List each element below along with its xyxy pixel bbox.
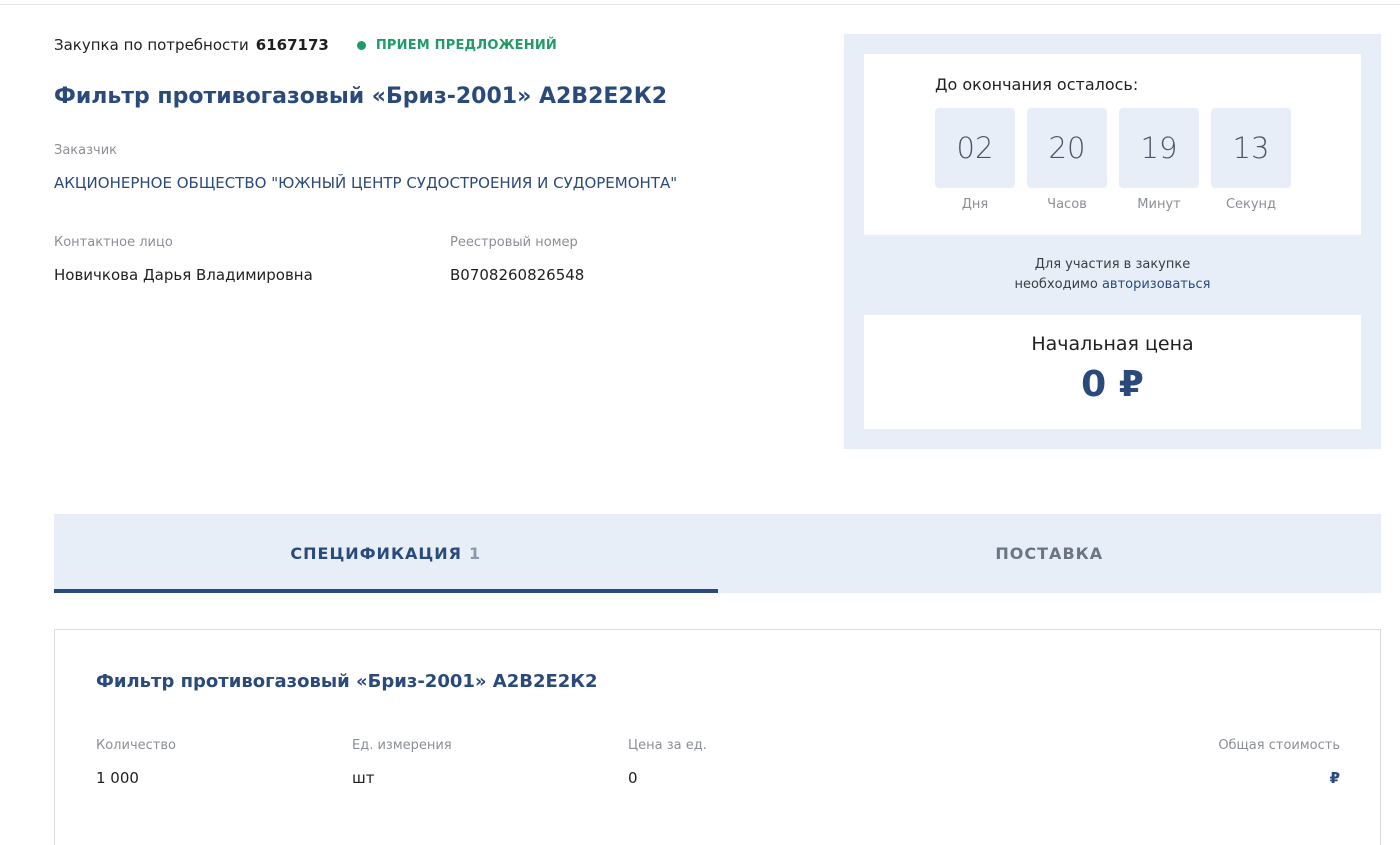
countdown-minutes-label: Минут bbox=[1137, 197, 1181, 212]
auth-note: Для участия в закупке необходимо авториз… bbox=[844, 255, 1381, 295]
countdown-days: 02 bbox=[935, 108, 1015, 188]
price-label: Начальная цена bbox=[1031, 333, 1194, 355]
purchase-number: 6167173 bbox=[255, 36, 329, 54]
unit-price-value: 0 bbox=[628, 769, 638, 787]
quantity-label: Количество bbox=[96, 738, 176, 753]
tab-specification[interactable]: СПЕЦИФИКАЦИЯ 1 bbox=[54, 514, 718, 593]
page-title: Фильтр противогазовый «Бриз-2001» А2В2Е2… bbox=[54, 84, 668, 109]
status-dot-icon bbox=[356, 40, 366, 50]
unit-price-label: Цена за ед. bbox=[628, 738, 707, 753]
specification-card: Фильтр противогазовый «Бриз-2001» А2В2Е2… bbox=[54, 629, 1381, 845]
auth-note-line1: Для участия в закупке bbox=[1034, 257, 1191, 272]
total-label: Общая стоимость bbox=[1218, 738, 1340, 753]
countdown-card: До окончания осталось: 02 Дня 20 Часов 1… bbox=[864, 54, 1361, 235]
purchase-header: Закупка по потребности 6167173 ПРИЕМ ПРЕ… bbox=[54, 36, 557, 54]
purchase-label: Закупка по потребности bbox=[54, 36, 249, 54]
total-value: ₽ bbox=[1329, 769, 1340, 787]
countdown-days-label: Дня bbox=[961, 197, 989, 212]
price-value: 0 ₽ bbox=[1081, 364, 1144, 405]
unit-label: Ед. измерения bbox=[352, 738, 452, 753]
registry-value: В0708260826548 bbox=[450, 266, 585, 284]
auth-note-line2: необходимо авторизоваться bbox=[844, 275, 1381, 295]
countdown-seconds: 13 bbox=[1211, 108, 1291, 188]
tab-specification-count: 1 bbox=[468, 544, 482, 563]
contact-value: Новичкова Дарья Владимировна bbox=[54, 266, 313, 284]
countdown-hours: 20 bbox=[1027, 108, 1107, 188]
countdown-seconds-label: Секунд bbox=[1225, 197, 1277, 212]
countdown-title: До окончания осталось: bbox=[935, 75, 1139, 94]
registry-label: Реестровый номер bbox=[450, 235, 578, 250]
contact-label: Контактное лицо bbox=[54, 235, 173, 250]
unit-value: шт bbox=[352, 769, 375, 787]
auth-note-prefix: необходимо bbox=[1014, 277, 1098, 292]
tab-specification-label: СПЕЦИФИКАЦИЯ bbox=[290, 544, 462, 563]
tab-bar: СПЕЦИФИКАЦИЯ 1 ПОСТАВКА bbox=[54, 514, 1381, 593]
status-badge: ПРИЕМ ПРЕДЛОЖЕНИЙ bbox=[356, 37, 558, 53]
side-panel: До окончания осталось: 02 Дня 20 Часов 1… bbox=[844, 34, 1381, 449]
login-link[interactable]: авторизоваться bbox=[1102, 277, 1211, 292]
status-text: ПРИЕМ ПРЕДЛОЖЕНИЙ bbox=[375, 37, 558, 53]
quantity-value: 1 000 bbox=[96, 769, 139, 787]
spec-item-title: Фильтр противогазовый «Бриз-2001» А2В2Е2… bbox=[96, 671, 598, 692]
countdown-minutes: 19 bbox=[1119, 108, 1199, 188]
tab-delivery-label: ПОСТАВКА bbox=[995, 544, 1104, 563]
top-divider bbox=[0, 4, 1400, 5]
price-card: Начальная цена 0 ₽ bbox=[864, 315, 1361, 429]
tab-delivery[interactable]: ПОСТАВКА bbox=[718, 514, 1382, 593]
customer-value: АКЦИОНЕРНОЕ ОБЩЕСТВО "ЮЖНЫЙ ЦЕНТР СУДОСТ… bbox=[54, 174, 678, 192]
countdown-hours-label: Часов bbox=[1047, 197, 1087, 212]
customer-label: Заказчик bbox=[54, 143, 118, 158]
